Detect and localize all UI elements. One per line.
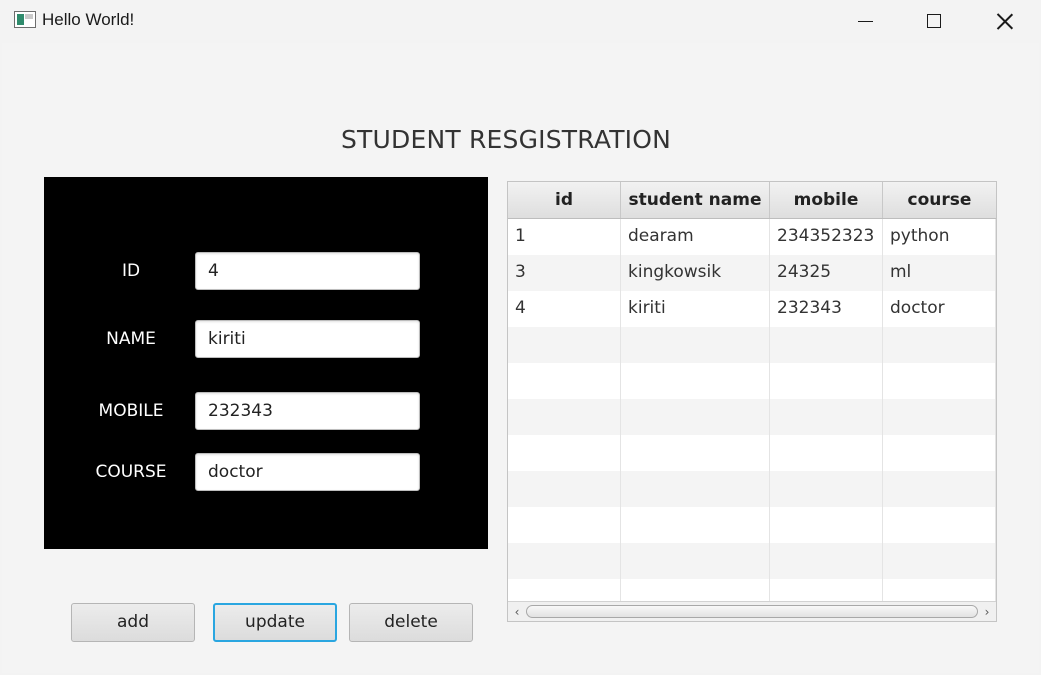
table-row[interactable]: 3 kingkowsik 24325 ml bbox=[508, 255, 996, 291]
window-title: Hello World! bbox=[42, 10, 135, 29]
id-label: ID bbox=[121, 261, 141, 281]
title-bar[interactable]: Hello World! bbox=[0, 0, 1041, 42]
close-button[interactable] bbox=[969, 0, 1039, 42]
table-body: 1 dearam 234352323 python 3 kingkowsik 2… bbox=[508, 219, 996, 601]
cell-mobile: 234352323 bbox=[770, 219, 883, 255]
cell-student-name: dearam bbox=[621, 219, 770, 255]
cell-id: 4 bbox=[508, 291, 621, 327]
cell-course: ml bbox=[883, 255, 996, 291]
delete-button[interactable]: delete bbox=[349, 603, 473, 642]
scroll-right-icon[interactable]: › bbox=[980, 605, 994, 619]
update-button[interactable]: update bbox=[213, 603, 337, 642]
empty-row bbox=[508, 543, 996, 579]
empty-row bbox=[508, 579, 996, 601]
cell-mobile: 24325 bbox=[770, 255, 883, 291]
java-app-icon bbox=[14, 11, 36, 28]
scroll-left-icon[interactable]: ‹ bbox=[510, 605, 524, 619]
id-field[interactable]: 4 bbox=[195, 252, 420, 290]
empty-row bbox=[508, 327, 996, 363]
close-icon bbox=[996, 13, 1013, 30]
maximize-button[interactable] bbox=[899, 0, 969, 42]
column-header-course[interactable]: course bbox=[883, 182, 996, 218]
column-header-student-name[interactable]: student name bbox=[621, 182, 770, 218]
empty-row bbox=[508, 399, 996, 435]
minimize-icon bbox=[857, 20, 873, 22]
app-window: Hello World! STUDENT RESGISTRATION ID 4 … bbox=[0, 0, 1041, 675]
name-field[interactable]: kiriti bbox=[195, 320, 420, 358]
students-table[interactable]: id student name mobile course 1 dearam 2… bbox=[507, 181, 997, 622]
horizontal-scrollbar[interactable]: ‹ › bbox=[508, 601, 996, 621]
cell-course: python bbox=[883, 219, 996, 255]
empty-row bbox=[508, 435, 996, 471]
table-header: id student name mobile course bbox=[508, 182, 996, 219]
column-header-mobile[interactable]: mobile bbox=[770, 182, 883, 218]
cell-student-name: kiriti bbox=[621, 291, 770, 327]
mobile-field[interactable]: 232343 bbox=[195, 392, 420, 430]
cell-mobile: 232343 bbox=[770, 291, 883, 327]
add-button[interactable]: add bbox=[71, 603, 195, 642]
table-row[interactable]: 4 kiriti 232343 doctor bbox=[508, 291, 996, 327]
cell-course: doctor bbox=[883, 291, 996, 327]
mobile-label: MOBILE bbox=[98, 401, 164, 421]
cell-student-name: kingkowsik bbox=[621, 255, 770, 291]
registration-form: ID 4 NAME kiriti MOBILE 232343 COURSE do… bbox=[44, 177, 488, 549]
column-header-id[interactable]: id bbox=[508, 182, 621, 218]
page-title: STUDENT RESGISTRATION bbox=[340, 125, 672, 154]
cell-id: 1 bbox=[508, 219, 621, 255]
maximize-icon bbox=[927, 14, 941, 28]
empty-row bbox=[508, 507, 996, 543]
minimize-button[interactable] bbox=[830, 0, 900, 42]
cell-id: 3 bbox=[508, 255, 621, 291]
empty-row bbox=[508, 363, 996, 399]
table-row[interactable]: 1 dearam 234352323 python bbox=[508, 219, 996, 255]
scroll-thumb[interactable] bbox=[526, 605, 978, 618]
course-label: COURSE bbox=[95, 462, 167, 482]
content-pane: STUDENT RESGISTRATION ID 4 NAME kiriti M… bbox=[2, 43, 1039, 673]
empty-row bbox=[508, 471, 996, 507]
name-label: NAME bbox=[106, 329, 156, 349]
course-field[interactable]: doctor bbox=[195, 453, 420, 491]
